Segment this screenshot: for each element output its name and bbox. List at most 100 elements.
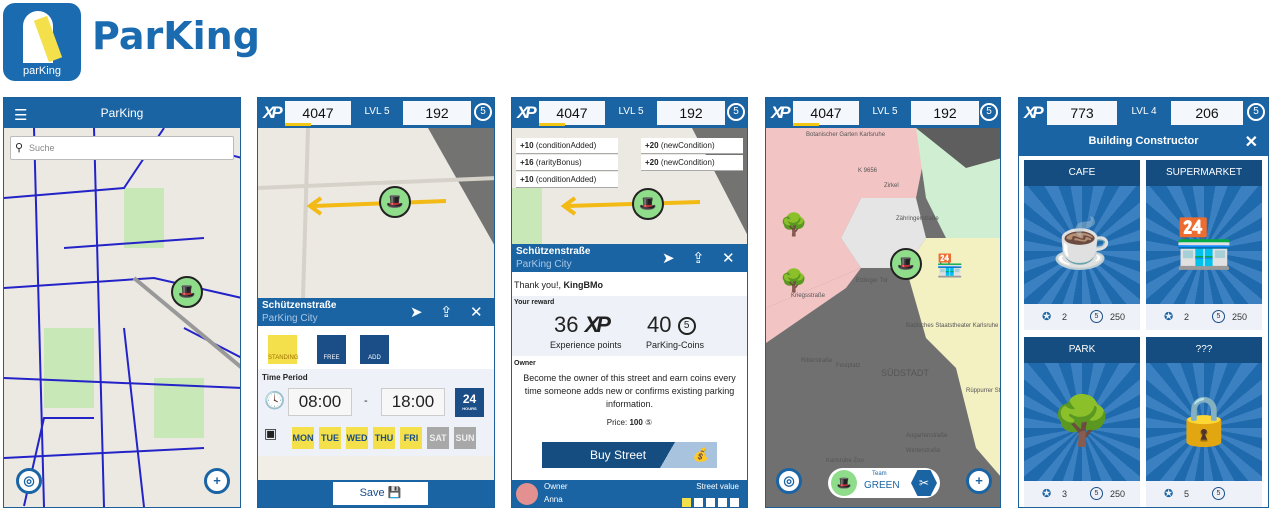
level-ribbon-icon: ✪ bbox=[1164, 488, 1174, 500]
popup-reason: (conditionAdded) bbox=[535, 141, 597, 150]
coin-reward-value: 40 bbox=[647, 312, 672, 337]
popup-points: +20 bbox=[645, 141, 659, 150]
level-label: LVL 5 bbox=[618, 106, 644, 117]
xp-icon: XP bbox=[771, 103, 791, 122]
screen-map: ☰ ParKing ⚲ Suche 🎩 ◎ + bbox=[3, 97, 241, 508]
team-badge[interactable]: 🎩 Team GREEN ✂ bbox=[828, 468, 940, 498]
popup-reason: (rarityBonus) bbox=[535, 158, 582, 167]
day-toggle-fri[interactable]: FRI bbox=[400, 427, 422, 449]
end-time-input[interactable]: 18:00 bbox=[381, 388, 445, 416]
popup-reason: (newCondition) bbox=[660, 158, 715, 167]
street-value-square bbox=[730, 498, 739, 507]
park-building-icon[interactable]: 🌳 bbox=[780, 212, 807, 238]
user-avatar-marker[interactable]: 🎩 bbox=[171, 276, 203, 308]
xp-progress bbox=[539, 123, 565, 126]
conditions-row: STANDING FREE ADD bbox=[258, 326, 494, 369]
save-button[interactable]: Save 💾 bbox=[333, 482, 428, 505]
locate-icon[interactable]: ◎ bbox=[776, 468, 802, 494]
condition-free[interactable]: FREE bbox=[317, 335, 346, 364]
hud-bar: XP 4047 LVL 5 192 5 bbox=[766, 98, 1000, 128]
owner-description: Become the owner of this street and earn… bbox=[523, 373, 736, 409]
level-ribbon-icon: ✪ bbox=[1042, 488, 1052, 500]
building-card-supermarket[interactable]: SUPERMARKET 🏪 ✪ 2 5 250 bbox=[1146, 160, 1262, 330]
coin-icon: 5 bbox=[677, 317, 696, 336]
day-toggle-mon[interactable]: MON bbox=[292, 427, 314, 449]
level-ribbon-icon: ✪ bbox=[1164, 311, 1174, 323]
building-name: SUPERMARKET bbox=[1146, 160, 1262, 186]
xp-icon: XP bbox=[517, 103, 537, 122]
build-tools-icon[interactable]: ✂ bbox=[911, 470, 937, 496]
street-network bbox=[4, 128, 240, 507]
street-header: Schützenstraße ParKing City ➤ ⇪ ✕ bbox=[258, 298, 494, 326]
xp-reward: 36 XP bbox=[554, 312, 611, 338]
map-view[interactable]: 🎩 bbox=[258, 128, 494, 298]
required-level: 2 bbox=[1184, 312, 1190, 322]
reward-label: Your reward bbox=[514, 299, 555, 306]
day-toggle-wed[interactable]: WED bbox=[346, 427, 368, 449]
locate-icon[interactable]: ◎ bbox=[16, 468, 42, 494]
add-icon[interactable]: + bbox=[204, 468, 230, 494]
required-level: 2 bbox=[1062, 312, 1068, 322]
map-label: Rüppurrer Straße bbox=[966, 388, 1000, 394]
coins-value: 192 bbox=[657, 101, 725, 125]
money-hand-icon: 💰 bbox=[692, 447, 709, 462]
city-name: ParKing City bbox=[516, 259, 572, 270]
user-avatar-marker[interactable]: 🎩 bbox=[379, 186, 411, 218]
add-condition-button[interactable]: ADD bbox=[360, 335, 389, 364]
building-name: PARK bbox=[1024, 337, 1140, 363]
search-icon: ⚲ bbox=[15, 142, 24, 154]
map-label: SÜDSTADT bbox=[881, 368, 929, 378]
condition-standing[interactable]: STANDING bbox=[268, 335, 299, 364]
building-card-park[interactable]: PARK 🌳 ✪ 3 5 250 bbox=[1024, 337, 1140, 507]
popup-reason: (conditionAdded) bbox=[535, 175, 597, 184]
map-label: Zirkel bbox=[884, 183, 899, 189]
street-header: Schützenstraße ParKing City ➤ ⇪ ✕ bbox=[512, 244, 747, 272]
close-icon[interactable]: ✕ bbox=[1245, 132, 1258, 152]
24-hours-button[interactable]: 24 HOURS bbox=[455, 388, 484, 417]
map-view[interactable]: ⚲ Suche 🎩 ◎ + bbox=[4, 128, 240, 507]
xp-value: 4047 bbox=[285, 101, 351, 125]
map-view[interactable]: 🎩 +10 (conditionAdded) +16 (rarityBonus) +… bbox=[512, 128, 747, 244]
navigate-icon[interactable]: ➤ bbox=[662, 249, 675, 267]
level-label: LVL 5 bbox=[872, 106, 898, 117]
coin-reward: 40 5 bbox=[647, 312, 696, 338]
building-price: 250 bbox=[1110, 489, 1126, 499]
day-toggle-sun[interactable]: SUN bbox=[454, 427, 476, 449]
building-price: 250 bbox=[1110, 312, 1126, 322]
xp-value: 773 bbox=[1047, 101, 1117, 125]
day-toggle-sat[interactable]: SAT bbox=[427, 427, 449, 449]
hours-badge-number: 24 bbox=[462, 392, 477, 406]
reward-section: Your reward 36 XP Experience points 40 5… bbox=[512, 296, 747, 356]
popup-points: +10 bbox=[520, 141, 534, 150]
map-label: K 9656 bbox=[858, 168, 878, 174]
day-toggle-tue[interactable]: TUE bbox=[319, 427, 341, 449]
building-card-cafe[interactable]: CAFE ☕ ✪ 2 5 250 bbox=[1024, 160, 1140, 330]
screen-building-constructor: XP 773 LVL 4 206 5 Building Constructor … bbox=[1018, 97, 1269, 508]
cafe-building-icon[interactable]: 🏪 bbox=[936, 253, 963, 279]
search-input[interactable]: ⚲ Suche bbox=[10, 136, 234, 160]
map-label: Karlsruhe Zoo bbox=[826, 458, 864, 464]
navigate-icon[interactable]: ➤ bbox=[410, 303, 423, 321]
building-footer: ✪ 5 5 bbox=[1146, 481, 1262, 507]
user-avatar-marker[interactable]: 🎩 bbox=[890, 248, 922, 280]
hours-badge-caption: HOURS bbox=[462, 406, 477, 411]
street-value-square bbox=[718, 498, 727, 507]
close-icon[interactable]: ✕ bbox=[722, 249, 735, 267]
buy-street-button[interactable]: Buy Street 💰 bbox=[542, 442, 717, 468]
logo-caption: parKing bbox=[23, 65, 61, 77]
start-time-input[interactable]: 08:00 bbox=[288, 388, 352, 416]
user-avatar-marker[interactable]: 🎩 bbox=[632, 188, 664, 220]
park-building-icon[interactable]: 🌳 bbox=[780, 268, 807, 294]
hud-bar: XP 4047 LVL 5 192 5 bbox=[258, 98, 494, 128]
map-view[interactable]: Botanischer Garten Karlsruhe K 9656 Zirkel… bbox=[766, 128, 1000, 507]
share-icon[interactable]: ⇪ bbox=[692, 249, 705, 267]
popup-points: +16 bbox=[520, 158, 534, 167]
coins-value: 206 bbox=[1171, 101, 1243, 125]
day-toggle-thu[interactable]: THU bbox=[373, 427, 395, 449]
owner-avatar bbox=[516, 483, 538, 505]
close-icon[interactable]: ✕ bbox=[470, 303, 483, 321]
add-icon[interactable]: + bbox=[966, 468, 992, 494]
share-icon[interactable]: ⇪ bbox=[440, 303, 453, 321]
street-value-square bbox=[682, 498, 691, 507]
city-name: ParKing City bbox=[262, 313, 318, 324]
